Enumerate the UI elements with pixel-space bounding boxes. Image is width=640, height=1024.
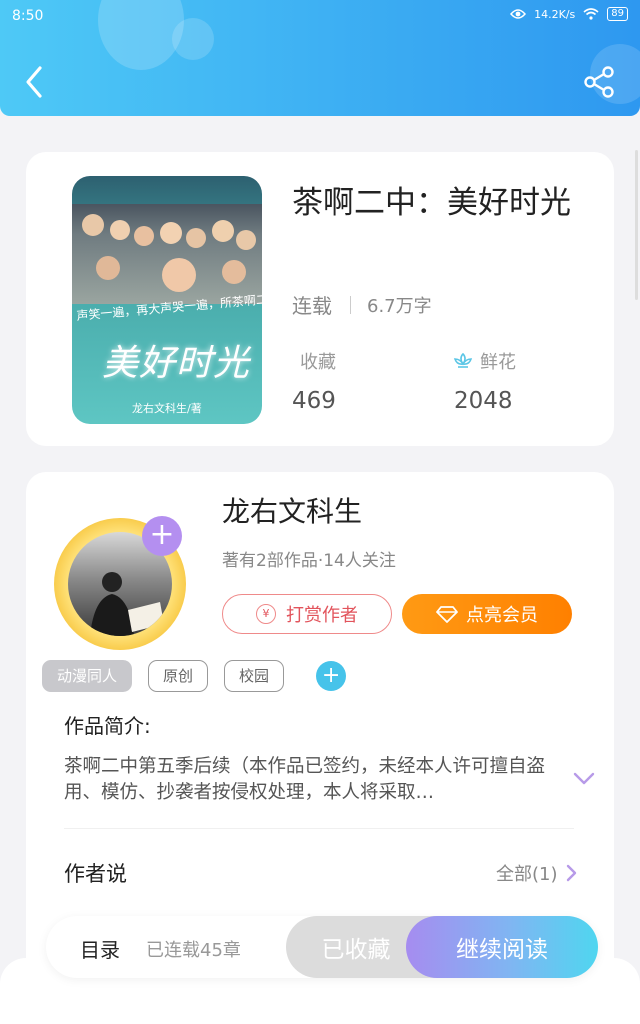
flower-icon [453, 352, 473, 368]
share-button[interactable] [582, 64, 618, 100]
bottom-action-bar: 目录 已连载45章 已收藏 继续阅读 [46, 916, 598, 978]
chevron-right-icon [566, 864, 576, 882]
yen-icon: ¥ [256, 604, 276, 624]
vip-button[interactable]: 点亮会员 [402, 594, 572, 634]
all-link-label: 全部(1) [496, 864, 558, 885]
chevron-left-icon [26, 66, 42, 98]
scrollbar[interactable] [635, 150, 638, 300]
expand-intro-button[interactable] [572, 768, 596, 788]
cover-author: 龙右文科生/著 [132, 402, 202, 415]
collect-count: 469 [292, 388, 336, 414]
serial-status: 连载 [292, 294, 332, 318]
intro-text: 茶啊二中第五季后续（本作品已签约，未经本人许可擅自盗用、模仿、抄袭者按侵权处理，… [64, 756, 546, 803]
tag-list: 动漫同人 原创 校园 + [42, 660, 347, 692]
continue-reading-button[interactable]: 继续阅读 [406, 916, 598, 978]
author-says-label: 作者说 [64, 862, 127, 886]
chapter-count: 已连载45章 [146, 940, 241, 961]
continue-reading-label: 继续阅读 [456, 937, 548, 963]
cover-title: 美好时光 [102, 343, 251, 384]
tag-campus[interactable]: 校园 [224, 660, 285, 692]
book-cover[interactable]: 声笑一遍，再大声哭一遍，所茶啊二中会成为记 美好时光 龙右文科生/著 [72, 176, 262, 424]
book-info-card: 声笑一遍，再大声哭一遍，所茶啊二中会成为记 美好时光 龙右文科生/著 茶啊二中：… [26, 152, 614, 446]
section-divider [64, 828, 574, 829]
word-count: 6.7万字 [367, 295, 432, 317]
tag-original[interactable]: 原创 [148, 660, 209, 692]
tip-author-label: 打赏作者 [286, 605, 358, 626]
add-tag-button[interactable]: + [316, 661, 347, 691]
wifi-icon [583, 8, 599, 20]
flower-count: 2048 [454, 388, 513, 414]
vip-label: 点亮会员 [466, 605, 538, 626]
flower-stat[interactable]: 鲜花 2048 [452, 348, 516, 414]
eye-icon [510, 9, 527, 19]
back-button[interactable] [18, 62, 54, 102]
top-header: 8:50 14.2K/s 89 [0, 0, 640, 116]
network-speed: 14.2K/s [534, 7, 576, 21]
toc-button[interactable]: 目录 [80, 934, 120, 963]
follow-author-button[interactable]: + [142, 516, 182, 556]
status-indicators: 14.2K/s 89 [510, 7, 628, 21]
book-title: 茶啊二中：美好时光 [292, 185, 571, 221]
status-time: 8:50 [12, 8, 44, 24]
collect-stat: 收藏 469 [292, 348, 336, 414]
author-meta: 著有2部作品·14人关注 [222, 551, 396, 571]
divider [350, 295, 351, 314]
author-name[interactable]: 龙右文科生 [222, 490, 362, 530]
diamond-icon [436, 606, 458, 623]
battery-indicator: 89 [607, 7, 628, 21]
author-says-all-link[interactable]: 全部(1) [496, 860, 578, 886]
tag-anime-fanfic[interactable]: 动漫同人 [42, 660, 133, 692]
book-status-line: 连载 6.7万字 [292, 290, 432, 319]
share-icon [584, 66, 614, 98]
collect-label: 收藏 [300, 352, 336, 373]
author-card: + 龙右文科生 著有2部作品·14人关注 ¥ 打赏作者 点亮会员 动漫同人 原创… [26, 472, 614, 992]
collected-label: 已收藏 [321, 937, 391, 963]
status-bar: 8:50 14.2K/s 89 [0, 0, 640, 34]
cover-illustration [72, 204, 262, 304]
chevron-down-icon [573, 772, 595, 785]
flower-label: 鲜花 [480, 352, 516, 373]
intro-label: 作品简介: [64, 714, 151, 738]
tip-author-button[interactable]: ¥ 打赏作者 [222, 594, 392, 634]
